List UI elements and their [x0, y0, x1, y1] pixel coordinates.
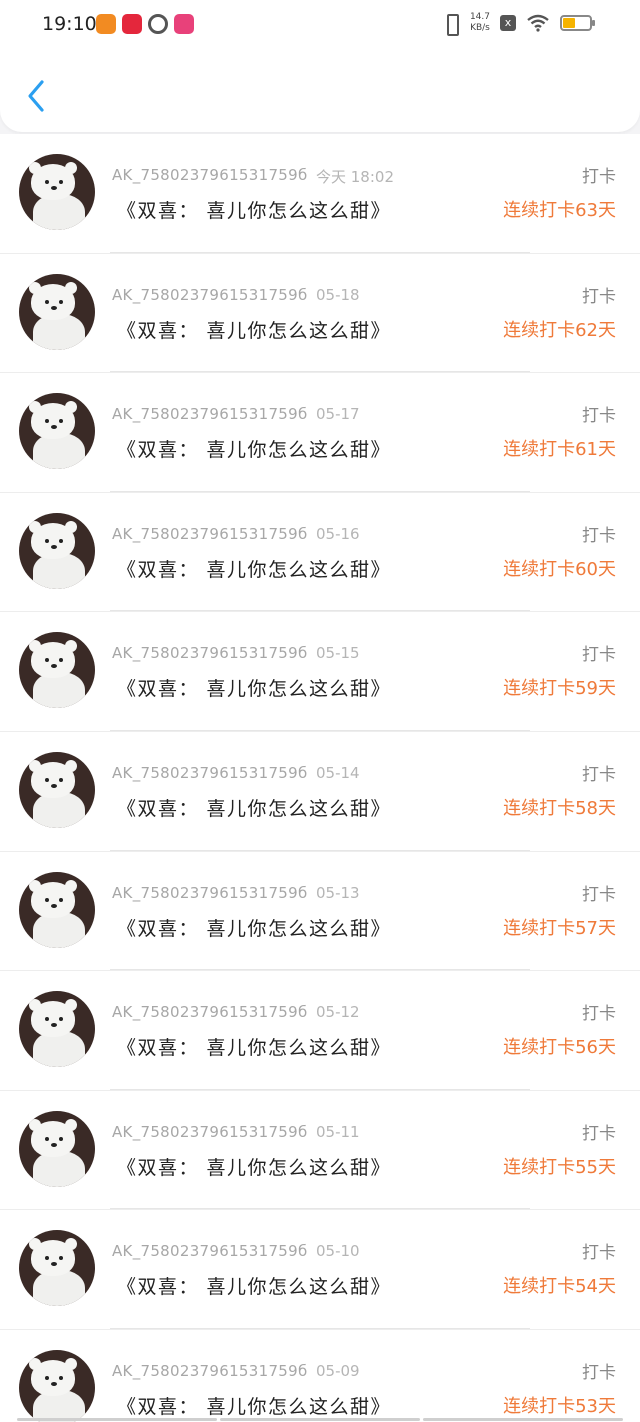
list-item[interactable]: AK_7580237961531759б 05-11 《双喜： 喜儿你怎么这么甜…: [0, 1090, 640, 1211]
user-id: AK_7580237961531759б: [112, 1242, 308, 1261]
avatar[interactable]: [19, 991, 95, 1068]
checkin-tag: 打卡: [582, 525, 616, 546]
battery-icon: [560, 15, 595, 31]
pink-app-icon: [174, 14, 194, 34]
book-title[interactable]: 《双喜： 喜儿你怎么这么甜》: [117, 674, 391, 701]
streak-count: 连续打卡62天: [503, 319, 616, 341]
checkin-tag: 打卡: [582, 406, 616, 427]
back-button[interactable]: [18, 76, 54, 116]
post-date: 05-12: [316, 1003, 360, 1022]
book-title[interactable]: 《双喜： 喜儿你怎么这么甜》: [117, 196, 391, 223]
post-date: 05-17: [316, 405, 360, 424]
vibrate-icon: [442, 12, 460, 36]
system-status: 14.7 KB/s x: [442, 12, 595, 36]
avatar[interactable]: [19, 1230, 95, 1307]
status-time: 19:10: [42, 13, 97, 35]
post-date: 05-18: [316, 285, 360, 304]
streak-count: 连续打卡54天: [503, 1276, 616, 1298]
list-item[interactable]: AK_7580237961531759б 05-15 《双喜： 喜儿你怎么这么甜…: [0, 612, 640, 732]
post-date: 05-09: [316, 1361, 360, 1380]
avatar[interactable]: [19, 154, 95, 230]
book-title[interactable]: 《双喜： 喜儿你怎么这么甜》: [117, 316, 391, 343]
checkin-tag: 打卡: [582, 286, 616, 307]
network-speed-value: 14.7: [469, 12, 490, 22]
streak-count: 连续打卡63天: [503, 200, 616, 221]
avatar[interactable]: [19, 1110, 95, 1187]
book-title[interactable]: 《双喜： 喜儿你怎么这么甜》: [117, 1272, 391, 1299]
checkin-tag: 打卡: [582, 884, 616, 905]
user-id: AK_7580237961531759б: [112, 166, 308, 184]
list-item[interactable]: AK_7580237961531759б 05-13 《双喜： 喜儿你怎么这么甜…: [0, 851, 640, 972]
post-date: 05-10: [316, 1242, 360, 1261]
list-item[interactable]: AK_7580237961531759б 05-12 《双喜： 喜儿你怎么这么甜…: [0, 971, 640, 1091]
book-title[interactable]: 《双喜： 喜儿你怎么这么甜》: [117, 555, 391, 582]
home-indicator: [0, 1418, 640, 1422]
checkin-list: AK_7580237961531759б 今天 18:02 《双喜： 喜儿你怎么…: [0, 134, 640, 1422]
nav-bar: [0, 52, 640, 132]
wifi-icon: [527, 14, 549, 32]
avatar[interactable]: [19, 393, 95, 470]
user-id: AK_7580237961531759б: [112, 883, 308, 902]
user-id: AK_7580237961531759б: [112, 763, 308, 782]
checkin-tag: 打卡: [582, 764, 616, 785]
user-id: AK_7580237961531759б: [112, 1122, 308, 1141]
streak-count: 连续打卡60天: [503, 558, 616, 580]
list-item[interactable]: AK_7580237961531759б 05-16 《双喜： 喜儿你怎么这么甜…: [0, 492, 640, 613]
chevron-left-icon: [28, 80, 44, 112]
book-title[interactable]: 《双喜： 喜儿你怎么这么甜》: [117, 1392, 391, 1419]
user-id: AK_7580237961531759б: [112, 1361, 308, 1380]
network-speed: 14.7 KB/s: [470, 12, 490, 34]
streak-count: 连续打卡53天: [503, 1395, 616, 1417]
book-title[interactable]: 《双喜： 喜儿你怎么这么甜》: [117, 914, 391, 941]
checkin-tag: 打卡: [582, 167, 616, 187]
book-title[interactable]: 《双喜： 喜儿你怎么这么甜》: [117, 1153, 391, 1180]
ring-app-icon: [148, 14, 168, 34]
book-title[interactable]: 《双喜： 喜儿你怎么这么甜》: [117, 435, 391, 462]
user-id: AK_7580237961531759б: [112, 285, 308, 304]
list-item[interactable]: AK_7580237961531759б 05-10 《双喜： 喜儿你怎么这么甜…: [0, 1210, 640, 1330]
checkin-tag: 打卡: [582, 645, 616, 666]
avatar[interactable]: [19, 1349, 95, 1422]
checkin-tag: 打卡: [582, 1362, 616, 1383]
user-id: AK_7580237961531759б: [112, 405, 308, 424]
post-date: 05-15: [316, 644, 360, 663]
x-icon: x: [500, 15, 516, 31]
avatar[interactable]: [19, 632, 95, 709]
list-item[interactable]: AK_7580237961531759б 05-18 《双喜： 喜儿你怎么这么甜…: [0, 253, 640, 374]
checkin-tag: 打卡: [582, 1004, 616, 1025]
streak-count: 连续打卡57天: [503, 917, 616, 939]
post-date: 05-11: [316, 1122, 360, 1141]
orange-app-icon: [96, 14, 116, 34]
book-title[interactable]: 《双喜： 喜儿你怎么这么甜》: [117, 794, 391, 821]
network-speed-unit: KB/s: [470, 23, 490, 33]
list-item[interactable]: AK_7580237961531759б 05-14 《双喜： 喜儿你怎么这么甜…: [0, 731, 640, 852]
list-item[interactable]: AK_7580237961531759б 05-17 《双喜： 喜儿你怎么这么甜…: [0, 373, 640, 493]
avatar[interactable]: [19, 751, 95, 828]
book-title[interactable]: 《双喜： 喜儿你怎么这么甜》: [117, 1033, 391, 1060]
streak-count: 连续打卡59天: [503, 678, 616, 700]
avatar[interactable]: [19, 273, 95, 350]
streak-count: 连续打卡55天: [503, 1156, 616, 1178]
post-date: 05-13: [316, 883, 360, 902]
checkin-tag: 打卡: [582, 1243, 616, 1264]
list-item[interactable]: AK_7580237961531759б 今天 18:02 《双喜： 喜儿你怎么…: [0, 134, 640, 254]
notification-icons: [96, 14, 194, 34]
user-id: AK_7580237961531759б: [112, 644, 308, 663]
avatar[interactable]: [19, 512, 95, 589]
avatar[interactable]: [19, 871, 95, 948]
user-id: AK_7580237961531759б: [112, 1003, 308, 1022]
post-date: 05-14: [316, 763, 360, 782]
red-app-icon: [122, 14, 142, 34]
checkin-tag: 打卡: [582, 1123, 616, 1144]
user-id: AK_7580237961531759б: [112, 524, 308, 543]
streak-count: 连续打卡61天: [503, 439, 616, 461]
list-item[interactable]: AK_7580237961531759б 05-09 《双喜： 喜儿你怎么这么甜…: [0, 1329, 640, 1422]
post-date: 今天 18:02: [316, 168, 394, 186]
streak-count: 连续打卡56天: [503, 1037, 616, 1059]
streak-count: 连续打卡58天: [503, 797, 616, 819]
status-bar: 19:10 14.7 KB/s x: [0, 0, 640, 52]
post-date: 05-16: [316, 524, 360, 543]
